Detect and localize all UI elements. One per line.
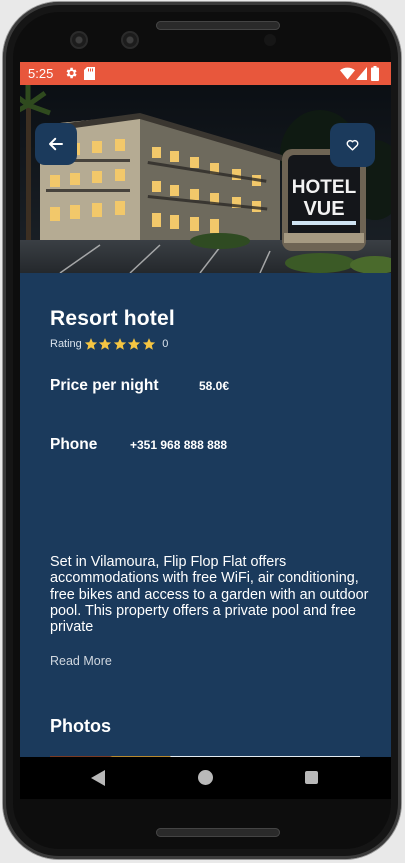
hotel-description: Set in Vilamoura, Flip Flop Flat offers … (50, 554, 369, 636)
sd-card-icon (84, 67, 95, 80)
star-icon (128, 338, 141, 350)
star-icon (142, 338, 155, 350)
read-more-link[interactable]: Read More (50, 654, 112, 668)
signal-icon (356, 67, 367, 80)
proximity-sensor (264, 34, 276, 46)
arrow-left-icon (49, 137, 63, 151)
earpiece-speaker (156, 21, 280, 30)
star-icon (113, 338, 126, 350)
phone-value[interactable]: +351 968 888 888 (130, 438, 227, 452)
hotel-photo: HOTEL VUE (20, 85, 391, 273)
nav-recents-icon[interactable] (305, 771, 318, 784)
front-camera (70, 31, 88, 49)
app-screen: 5:25 HOTEL VUE Resort hotel Rating 0 Pri… (20, 62, 391, 799)
phone-label: Phone (50, 436, 98, 453)
nav-home-icon[interactable] (198, 770, 213, 785)
bottom-speaker (156, 828, 280, 837)
android-navigation-bar (20, 757, 391, 799)
sign-text-hotel: HOTEL (292, 177, 357, 198)
back-button[interactable] (35, 123, 77, 165)
heart-outline-icon (346, 139, 359, 151)
price-value: 58.0€ (199, 379, 230, 393)
status-bar: 5:25 (20, 62, 391, 85)
hotel-details: Resort hotel Rating 0 Price per night 58… (20, 273, 391, 799)
wifi-icon (340, 67, 355, 80)
gear-icon (66, 67, 77, 79)
rating-row: Rating 0 (50, 336, 168, 352)
price-label: Price per night (50, 377, 159, 394)
rating-count: 0 (162, 338, 169, 350)
photos-heading: Photos (50, 716, 111, 736)
hotel-name: Resort hotel (50, 307, 175, 330)
nav-back-icon[interactable] (91, 770, 105, 786)
battery-icon (371, 66, 379, 81)
star-icon (84, 338, 97, 350)
status-time: 5:25 (28, 66, 54, 81)
sign-text-vue: VUE (303, 198, 344, 220)
favorite-button[interactable] (330, 123, 375, 167)
front-sensor (121, 31, 139, 49)
rating-stars (84, 337, 157, 351)
hotel-hero-image: HOTEL VUE (20, 85, 391, 273)
star-icon (99, 338, 112, 350)
rating-label: Rating (50, 338, 82, 350)
